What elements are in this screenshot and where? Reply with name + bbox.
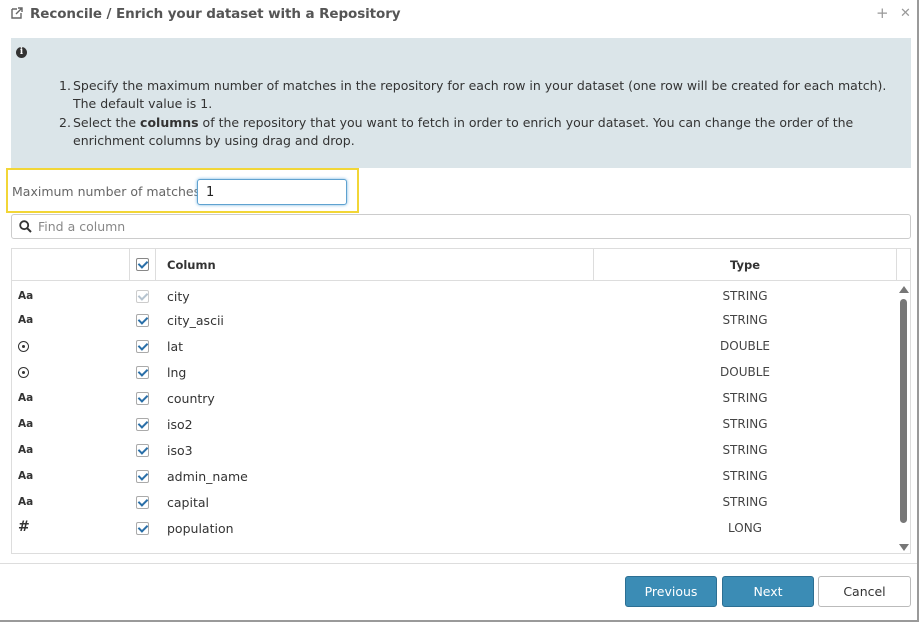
table-header: Column Type [12,249,910,281]
column-type: DOUBLE [720,365,770,379]
number-type-icon: # [18,519,30,535]
search-input[interactable] [38,215,898,238]
geo-type-icon [18,341,29,352]
dialog-footer: Previous Next Cancel [0,563,917,620]
table-row[interactable]: lng DOUBLE [12,360,898,386]
scrollbar-thumb[interactable] [900,299,907,523]
max-matches-section: Maximum number of matches [6,168,359,213]
row-checkbox[interactable] [136,522,149,535]
next-button[interactable]: Next [722,576,814,607]
column-type: STRING [722,417,768,431]
instruction-step-1: 1. Specify the maximum number of matches… [59,78,887,111]
text-type-icon: Aa [18,392,34,404]
table-row[interactable]: Aa capital STRING [12,490,898,516]
column-name: city_ascii [167,313,224,328]
table-row[interactable]: # population LONG [12,516,898,542]
dialog-title: Reconcile / Enrich your dataset with a R… [30,6,401,22]
column-type: LONG [728,521,762,535]
column-type: STRING [722,443,768,457]
column-type: STRING [722,391,768,405]
column-header[interactable]: Column [167,258,216,272]
row-checkbox [136,290,149,303]
column-name: iso3 [167,443,193,458]
table-row[interactable]: Aa country STRING [12,386,898,412]
row-checkbox[interactable] [136,470,149,483]
text-type-icon: Aa [18,314,34,326]
row-checkbox[interactable] [136,314,149,327]
cancel-button[interactable]: Cancel [818,576,911,607]
dialog-titlebar: Reconcile / Enrich your dataset with a R… [0,0,917,28]
geo-type-icon [18,367,29,378]
text-type-icon: Aa [18,470,34,482]
row-checkbox[interactable] [136,496,149,509]
row-checkbox[interactable] [136,444,149,457]
column-type: STRING [722,313,768,327]
column-type: STRING [722,289,768,303]
table-row[interactable]: Aa iso2 STRING [12,412,898,438]
column-name: lng [167,365,187,380]
add-icon[interactable]: + [876,4,889,22]
column-type: DOUBLE [720,339,770,353]
scroll-down-icon[interactable] [899,544,909,551]
close-icon[interactable]: ✕ [900,6,911,21]
row-checkbox[interactable] [136,392,149,405]
column-name: capital [167,495,209,510]
column-name: lat [167,339,184,354]
max-matches-label: Maximum number of matches [12,184,201,199]
column-name: admin_name [167,469,248,484]
table-row[interactable]: Aa city_ascii STRING [12,308,898,334]
external-link-icon [11,7,23,19]
instruction-step-2: 2. Select the columns of the repository … [59,115,854,148]
scroll-up-icon[interactable] [899,286,909,293]
column-name: country [167,391,215,406]
info-icon: i [16,47,27,58]
max-matches-input[interactable] [197,179,347,205]
text-type-icon: Aa [18,496,34,508]
column-name: iso2 [167,417,193,432]
row-checkbox[interactable] [136,340,149,353]
enrich-dialog: Reconcile / Enrich your dataset with a R… [0,0,919,622]
table-row[interactable]: Aa iso3 STRING [12,438,898,464]
previous-button[interactable]: Previous [625,576,717,607]
select-all-checkbox[interactable] [136,258,149,271]
table-row[interactable]: Aa city STRING [12,284,898,310]
table-row[interactable]: Aa admin_name STRING [12,464,898,490]
type-header[interactable]: Type [595,258,895,272]
table-scrollbar[interactable] [898,281,910,553]
instructions-list: 1. Specify the maximum number of matches… [55,77,905,151]
column-search [11,214,911,239]
row-checkbox[interactable] [136,418,149,431]
text-type-icon: Aa [18,444,34,456]
columns-table: Column Type Aa city STRING Aa city_ascii STRI… [11,248,911,554]
column-type: STRING [722,469,768,483]
column-type: STRING [722,495,768,509]
row-checkbox[interactable] [136,366,149,379]
column-name: city [167,289,190,304]
search-icon [19,220,32,233]
text-type-icon: Aa [18,418,34,430]
column-name: population [167,521,234,536]
text-type-icon: Aa [18,290,34,302]
table-row[interactable]: lat DOUBLE [12,334,898,360]
info-panel: i 1. Specify the maximum number of match… [11,38,911,168]
